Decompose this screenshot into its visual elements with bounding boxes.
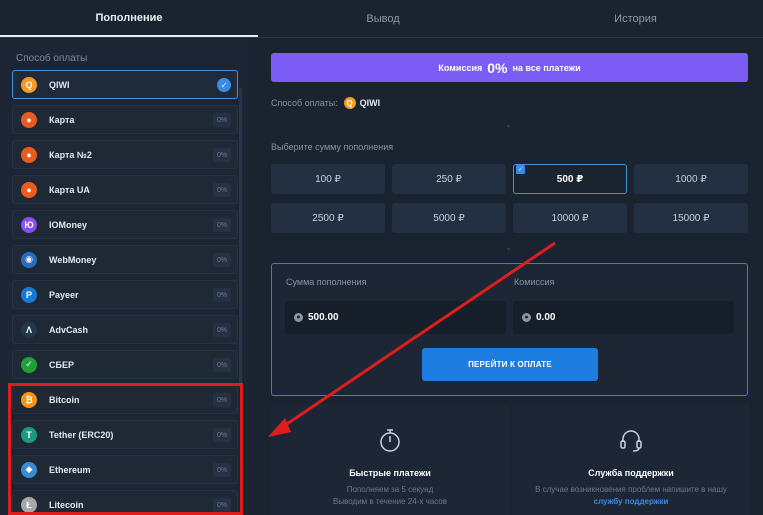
tab-bar: Пополнение Вывод История [0, 0, 763, 38]
selected-method-name: QIWI [359, 98, 381, 108]
amount-option-label: 2500 ₽ [312, 212, 344, 224]
amount-option-label: 100 ₽ [315, 173, 341, 185]
payment-method-item[interactable]: ● Карта UA 0% [12, 175, 238, 204]
webmoney-icon: ◉ [21, 251, 37, 268]
banner-suffix: на все платежи [512, 62, 581, 73]
fast-payments-title: Быстрые платежи [349, 468, 431, 478]
tab-history[interactable]: История [508, 0, 763, 37]
fee-field: ● 0.00 [513, 301, 734, 334]
fast-payments-text: Выводим в течение 24-х часов [333, 497, 447, 506]
payment-method-fee: 0% [213, 253, 231, 267]
selected-method-label: Способ оплаты: [271, 98, 338, 108]
amount-option-button[interactable]: 100 ₽ [271, 164, 385, 194]
payment-method-fee: 0% [213, 148, 231, 162]
sidebar-title: Способ оплаты [16, 53, 88, 64]
payment-method-item[interactable]: Q QIWI ✓ [12, 70, 238, 99]
qiwi-icon: Q [21, 76, 37, 93]
tab-withdraw[interactable]: Вывод [258, 0, 508, 37]
amount-option-label: 1000 ₽ [675, 173, 707, 185]
go-to-payment-button[interactable]: ПЕРЕЙТИ К ОПЛАТЕ [422, 348, 598, 381]
payment-method-fee: 0% [213, 218, 231, 232]
payment-method-item[interactable]: Ю IOMoney 0% [12, 210, 238, 239]
payment-method-label: AdvCash [49, 324, 89, 335]
support-text: В случае возникновения проблем напишите … [535, 485, 727, 494]
payment-method-fee: 0% [213, 323, 231, 337]
sber-icon: ✓ [21, 356, 37, 373]
crypto-highlight-box [8, 383, 243, 515]
amount-option-label: 10000 ₽ [551, 212, 589, 224]
amount-options: 100 ₽ 250 ₽ ✓ 500 ₽ 1000 ₽ 2500 ₽ 5000 ₽ 10000 … [271, 164, 748, 233]
payment-method-label: QIWI [49, 79, 70, 90]
amount-option-button[interactable]: ✓ 500 ₽ [513, 164, 627, 194]
payment-method-label: СБЕР [49, 359, 74, 370]
amount-value: 500.00 [308, 312, 339, 323]
payment-method-label: Карта [49, 114, 75, 125]
payeer-icon: P [21, 286, 37, 303]
commission-banner: Комиссия 0% на все платежи [271, 53, 748, 82]
support-link-line: службу поддержки [512, 497, 750, 506]
payment-method-label: IOMoney [49, 219, 88, 230]
amount-option-button[interactable]: 2500 ₽ [271, 203, 385, 233]
banner-prefix: Комиссия [438, 62, 483, 73]
amount-option-label: 5000 ₽ [433, 212, 465, 224]
amount-option-label: 15000 ₽ [672, 212, 710, 224]
amount-option-button[interactable]: 1000 ₽ [634, 164, 748, 194]
fast-payments-text: Пополняем за 5 секунд [346, 485, 434, 494]
payment-method-fee: 0% [213, 183, 231, 197]
amount-option-button[interactable]: 5000 ₽ [392, 203, 506, 233]
payment-method-label: WebMoney [49, 254, 97, 265]
chevron-down-icon: ⌄ [505, 243, 512, 252]
payment-method-item[interactable]: ● Карта 0% [12, 105, 238, 134]
payment-method-item[interactable]: P Payeer 0% [12, 280, 238, 309]
payment-method-label: Карта №2 [49, 149, 92, 160]
fast-payments-card: Быстрые платежи Пополняем за 5 секунд Вы… [271, 404, 509, 515]
payment-method-fee: 0% [213, 288, 231, 302]
payment-method-fee: 0% [213, 358, 231, 372]
mastercard-icon: ● [21, 181, 37, 198]
mastercard-icon: ● [21, 146, 37, 163]
chevron-down-icon: ⌄ [505, 120, 512, 129]
payment-method-fee: 0% [213, 113, 231, 127]
stopwatch-icon [380, 429, 400, 452]
sidebar-scrollbar[interactable] [239, 88, 242, 388]
amount-option-label: 250 ₽ [436, 173, 462, 185]
amount-option-button[interactable]: 15000 ₽ [634, 203, 748, 233]
amount-section-label: Выберите сумму пополнения [271, 142, 394, 152]
amount-field[interactable]: ● 500.00 [285, 301, 506, 334]
coin-icon: ● [294, 313, 303, 322]
amount-option-button[interactable]: 10000 ₽ [513, 203, 627, 233]
payment-method-item[interactable]: ✓ СБЕР 0% [12, 350, 238, 379]
support-card: Служба поддержки В случае возникновения … [512, 404, 750, 515]
amount-option-label: 500 ₽ [556, 173, 584, 185]
support-link[interactable]: службу поддержки [594, 497, 669, 506]
coin-icon: ● [522, 313, 531, 322]
selected-method-value: Q QIWI [343, 97, 381, 109]
payment-box: Сумма пополнения Комиссия ● 500.00 ● 0.0… [271, 263, 748, 396]
mastercard-icon: ● [21, 111, 37, 128]
payment-method-item[interactable]: ◉ WebMoney 0% [12, 245, 238, 274]
payment-method-item[interactable]: Λ AdvCash 0% [12, 315, 238, 344]
amount-option-button[interactable]: 250 ₽ [392, 164, 506, 194]
banner-percent: 0% [487, 59, 508, 76]
amount-label: Сумма пополнения [286, 277, 367, 287]
payment-method-label: Карта UA [49, 184, 90, 195]
check-icon: ✓ [516, 165, 525, 174]
payment-method-item[interactable]: ● Карта №2 0% [12, 140, 238, 169]
iomoney-icon: Ю [21, 216, 37, 233]
qiwi-icon: Q [343, 97, 356, 109]
check-icon: ✓ [217, 78, 231, 92]
tab-deposit[interactable]: Пополнение [0, 0, 258, 37]
fee-value: 0.00 [536, 312, 556, 323]
advcash-icon: Λ [21, 321, 37, 338]
selected-method: Способ оплаты: Q QIWI [271, 97, 380, 109]
support-title: Служба поддержки [588, 468, 674, 478]
headset-icon [620, 430, 642, 452]
payment-method-label: Payeer [49, 289, 79, 300]
fee-label: Комиссия [514, 277, 555, 287]
